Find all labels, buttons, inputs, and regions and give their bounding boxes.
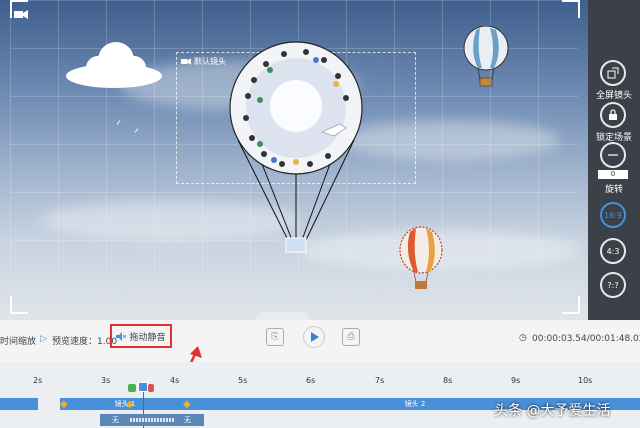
cloud-sticker[interactable] bbox=[64, 38, 164, 90]
fullscreen-camera-icon[interactable] bbox=[600, 60, 626, 86]
time-zoom-label[interactable]: 时间缩放 bbox=[0, 334, 36, 347]
tick-label: 10s bbox=[578, 376, 593, 385]
balloon-sticker[interactable] bbox=[226, 40, 366, 260]
rotate-label: 旋转 bbox=[604, 185, 623, 195]
rotate-value-field[interactable]: 0 bbox=[598, 170, 628, 179]
tick-label: 7s bbox=[375, 376, 385, 385]
playback-control-bar: 时间缩放 ▷ 预览速度：1.00 拖动静音 ⎘ ⎙ ◷ 00:00:03.54/… bbox=[0, 320, 640, 387]
audio-waveform bbox=[130, 418, 174, 422]
keyframe-diamond-icon[interactable]: ◆ bbox=[183, 399, 191, 410]
browse-speed-label[interactable]: 预览速度：1.00 bbox=[52, 334, 117, 347]
frame-corner-top-right bbox=[562, 0, 580, 18]
tick-label: 5s bbox=[238, 376, 248, 385]
browse-speed-icon[interactable]: ▷ bbox=[40, 334, 47, 344]
rotate-icon[interactable] bbox=[600, 142, 626, 168]
tick-label: 2s bbox=[33, 376, 43, 385]
clock-icon: ◷ bbox=[519, 333, 527, 343]
red-marker[interactable] bbox=[148, 384, 154, 392]
tick-label: 4s bbox=[170, 376, 180, 385]
playhead-handle[interactable] bbox=[138, 382, 148, 392]
bird-icon: ᐟ bbox=[116, 118, 122, 132]
tick-label: 6s bbox=[306, 376, 316, 385]
drag-mute-label: 拖动静音 bbox=[129, 332, 166, 343]
camera-icon bbox=[181, 58, 191, 65]
audio-clip-label: 无 bbox=[112, 416, 119, 424]
lock-scene-icon[interactable] bbox=[600, 102, 626, 128]
speaker-mute-icon bbox=[116, 331, 127, 341]
time-display: 00:00:03.54/00:01:48.02 bbox=[532, 334, 640, 344]
camera-clip-1[interactable]: 镜头 1 bbox=[60, 398, 190, 410]
frame-corner-bottom-right bbox=[562, 296, 580, 314]
next-frame-button[interactable]: ⎙ bbox=[342, 328, 360, 346]
ratio-4-3-button[interactable]: 4:3 bbox=[600, 238, 626, 264]
red-balloon-sticker[interactable] bbox=[398, 226, 444, 292]
timeline[interactable]: 2s 3s 4s 5s 6s 7s 8s 9s 10s 镜头 1 镜头 2 ◆ … bbox=[0, 362, 640, 428]
tick-label: 3s bbox=[101, 376, 111, 385]
play-button[interactable] bbox=[303, 326, 325, 348]
camera-clip-1[interactable] bbox=[0, 398, 38, 410]
audio-clip-label: 无 bbox=[184, 416, 191, 424]
drag-mute-button[interactable]: 拖动静音 bbox=[110, 324, 172, 348]
watermark: 头条 @大予爱生活 bbox=[494, 403, 611, 419]
camera-icon bbox=[14, 4, 28, 19]
audio-track[interactable]: 无 无 bbox=[100, 414, 204, 426]
right-toolbar: 全屏镜头 锁定场景 0 旋转 16:9 4:3 ?:? bbox=[588, 0, 640, 320]
tick-label: 8s bbox=[443, 376, 453, 385]
keyframe-diamond-icon[interactable]: ◆ bbox=[126, 399, 134, 410]
tick-label: 9s bbox=[511, 376, 521, 385]
fullscreen-camera-label: 全屏镜头 bbox=[595, 91, 632, 101]
play-icon bbox=[311, 332, 319, 342]
keyframe-diamond-icon[interactable]: ◆ bbox=[60, 399, 68, 410]
green-marker[interactable] bbox=[128, 384, 136, 392]
ratio-custom-button[interactable]: ?:? bbox=[600, 272, 626, 298]
bird-icon: ᐟ bbox=[134, 126, 140, 140]
collapse-chevron-icon[interactable] bbox=[256, 312, 308, 320]
striped-balloon-sticker[interactable] bbox=[462, 25, 510, 88]
camera-label: 默认镜头 bbox=[194, 57, 226, 66]
ratio-16-9-button[interactable]: 16:9 bbox=[600, 202, 626, 228]
prev-frame-button[interactable]: ⎘ bbox=[266, 328, 284, 346]
editor-canvas[interactable]: ᐟ ᐟ 默认镜头 bbox=[0, 0, 588, 320]
frame-corner-bottom-left bbox=[10, 296, 28, 314]
